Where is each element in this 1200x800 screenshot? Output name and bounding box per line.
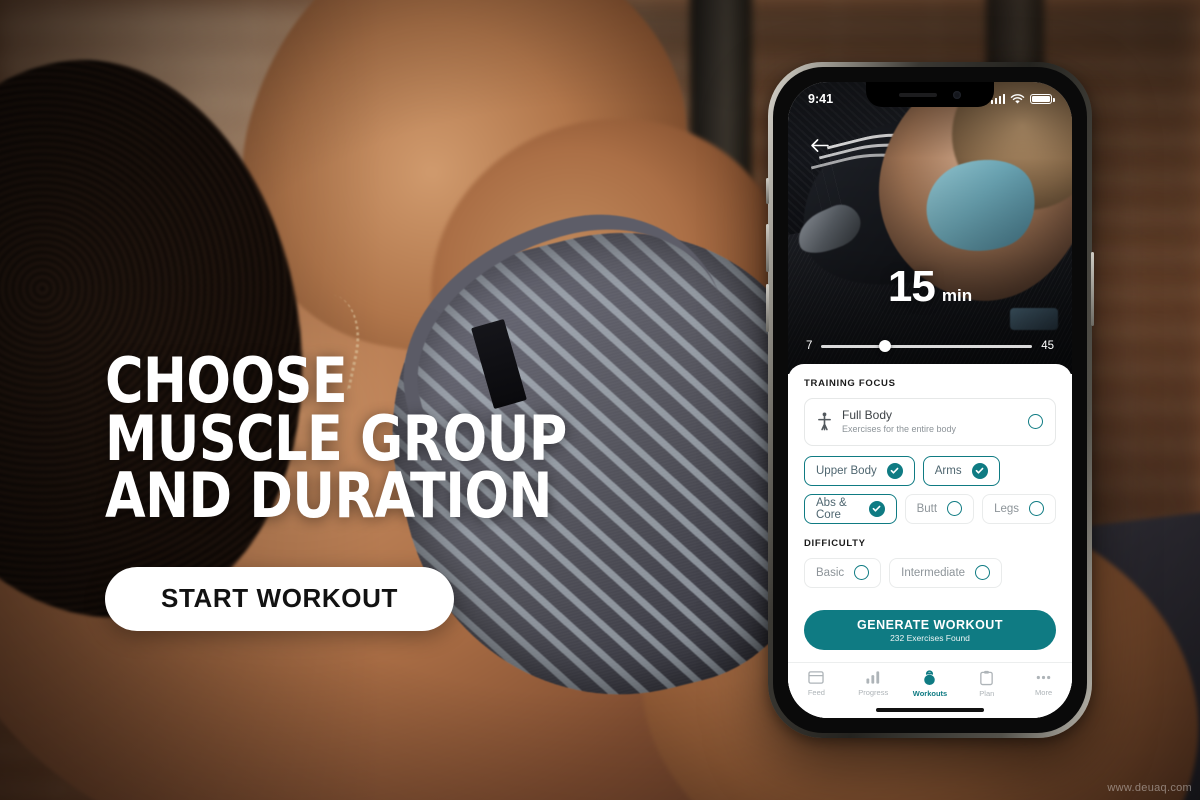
chip-intermediate-radio	[975, 565, 991, 581]
clipboard-icon	[980, 670, 994, 686]
start-workout-button[interactable]: START WORKOUT	[105, 566, 454, 631]
difficulty-label: DIFFICULTY	[804, 537, 866, 549]
chip-basic-label: Basic	[816, 566, 845, 579]
training-focus-label: TRAINING FOCUS	[804, 378, 896, 389]
phone-screen: 9:41 15 min 7 45 TRAINING FOCUS Full Bod…	[788, 82, 1072, 718]
headline-line-1: CHOOSE	[105, 344, 348, 417]
slider-min-label: 7	[806, 340, 813, 352]
tab-plan-label: Plan	[979, 689, 995, 698]
tab-plan[interactable]: Plan	[958, 670, 1015, 698]
home-indicator[interactable]	[876, 708, 984, 712]
chip-abs-core[interactable]: Abs & Core	[804, 493, 897, 524]
tab-feed[interactable]: Feed	[788, 670, 845, 697]
chip-upper-body-label: Upper Body	[816, 464, 877, 477]
tab-workouts-label: Workouts	[912, 689, 948, 698]
silent-switch[interactable]	[766, 178, 769, 204]
slider-thumb[interactable]	[878, 340, 891, 352]
chip-basic[interactable]: Basic	[804, 557, 882, 588]
chip-basic-radio	[854, 565, 870, 581]
chip-legs-radio	[1029, 501, 1044, 517]
chip-abs-core-label: Abs & Core	[816, 496, 847, 521]
generate-workout-button[interactable]: GENERATE WORKOUT 232 Exercises Found	[804, 610, 1056, 650]
check-icon	[868, 500, 885, 517]
volume-up-button[interactable]	[766, 224, 769, 272]
feed-icon	[808, 671, 825, 684]
duration-value: 15	[887, 262, 936, 311]
promo-copy: CHOOSE MUSCLE GROUP AND DURATION START W…	[105, 344, 665, 631]
chip-intermediate-label: Intermediate	[901, 566, 966, 579]
chip-intermediate[interactable]: Intermediate	[889, 557, 1003, 588]
chip-butt[interactable]: Butt	[904, 493, 975, 524]
phone-frame: 9:41 15 min 7 45 TRAINING FOCUS Full Bod…	[766, 62, 1094, 738]
ellipsis-icon	[1036, 675, 1051, 680]
phone-notch	[866, 82, 994, 107]
chip-butt-radio	[947, 501, 963, 517]
chip-legs[interactable]: Legs	[982, 493, 1056, 524]
tab-workouts[interactable]: Workouts	[902, 670, 959, 698]
chip-arms-label: Arms	[934, 464, 962, 477]
generate-cta-container: GENERATE WORKOUT 232 Exercises Found	[788, 600, 1072, 662]
status-indicators	[990, 93, 1055, 105]
wifi-icon	[1010, 93, 1025, 104]
full-body-title: Full Body	[842, 408, 893, 422]
duration-readout: 15 min	[788, 262, 1072, 312]
slider-max-label: 45	[1041, 340, 1054, 352]
generate-workout-label: GENERATE WORKOUT	[857, 617, 1003, 632]
back-arrow-icon[interactable]	[804, 130, 834, 160]
watermark: www.deuaq.com	[1107, 782, 1192, 794]
bottom-tab-bar: Feed Progress Workouts Plan More	[788, 662, 1072, 718]
check-icon	[886, 462, 903, 479]
chip-butt-label: Butt	[916, 502, 938, 515]
chip-upper-body[interactable]: Upper Body	[804, 455, 915, 486]
page-title: CHOOSE MUSCLE GROUP AND DURATION	[105, 344, 631, 533]
slider-track[interactable]	[821, 340, 1033, 352]
phone-mockup: 9:41 15 min 7 45 TRAINING FOCUS Full Bod…	[766, 62, 1094, 738]
kettlebell-icon	[924, 670, 936, 685]
tab-more[interactable]: More	[1015, 670, 1072, 697]
focus-chip-row-2: Abs & Core Butt Legs	[804, 493, 1056, 524]
hero-overlay-gradient	[788, 82, 1072, 374]
chip-legs-label: Legs	[994, 502, 1019, 515]
body-person-icon	[818, 412, 831, 431]
tab-more-label: More	[1035, 688, 1053, 697]
full-body-subtitle: Exercises for the entire body	[842, 424, 957, 434]
chip-arms[interactable]: Arms	[922, 455, 1000, 486]
tab-feed-label: Feed	[807, 688, 825, 697]
exercises-found-count: 232 Exercises Found	[890, 632, 970, 643]
volume-down-button[interactable]	[766, 284, 769, 332]
focus-chip-row-1: Upper Body Arms	[804, 455, 1056, 486]
tab-progress[interactable]: Progress	[845, 670, 902, 697]
front-camera-icon	[953, 90, 961, 99]
tab-progress-label: Progress	[858, 688, 889, 697]
workout-hero: 9:41 15 min 7 45	[788, 82, 1072, 374]
phone-bezel: 9:41 15 min 7 45 TRAINING FOCUS Full Bod…	[773, 67, 1087, 733]
duration-unit: min	[941, 286, 973, 305]
full-body-option[interactable]: Full Body Exercises for the entire body	[804, 398, 1056, 446]
headline-line-3: AND DURATION	[105, 459, 552, 533]
battery-icon	[1030, 93, 1055, 105]
promo-banner: CHOOSE MUSCLE GROUP AND DURATION START W…	[0, 0, 1200, 800]
power-button[interactable]	[1091, 252, 1094, 326]
check-icon	[971, 462, 988, 479]
duration-slider[interactable]: 7 45	[806, 340, 1054, 352]
full-body-radio[interactable]	[1028, 414, 1043, 430]
status-time: 9:41	[808, 92, 834, 106]
earpiece-speaker	[899, 92, 937, 97]
bar-chart-icon	[866, 671, 880, 684]
difficulty-chip-row: Basic Intermediate	[804, 557, 1056, 588]
full-body-text: Full Body Exercises for the entire body	[842, 408, 1018, 436]
